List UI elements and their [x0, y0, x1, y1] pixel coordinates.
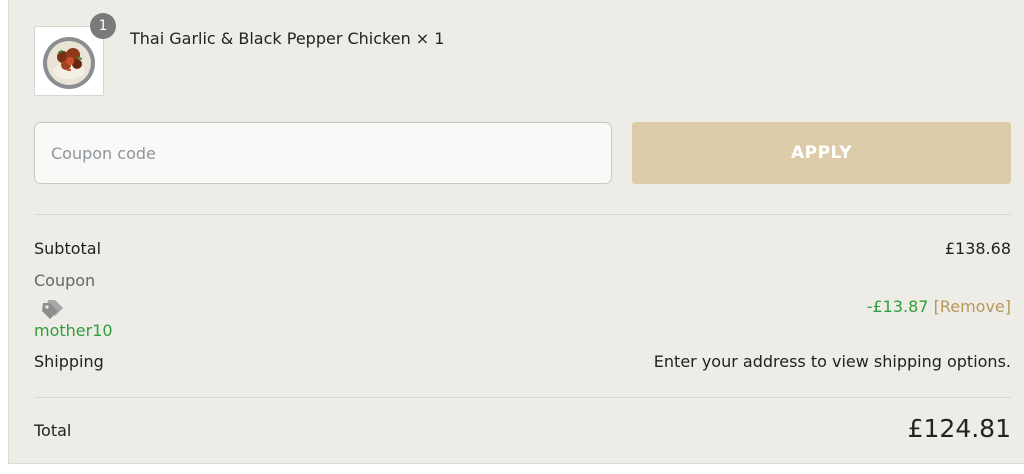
coupon-row: Coupon mother10 -£13.87 [Remove] — [34, 271, 1011, 341]
quantity-badge: 1 — [90, 13, 116, 39]
shipping-row: Shipping Enter your address to view ship… — [34, 352, 1011, 371]
shipping-label: Shipping — [34, 352, 104, 371]
remove-coupon-link[interactable]: [Remove] — [934, 297, 1011, 316]
food-bowl-image — [43, 37, 95, 89]
order-summary-panel: 1 Thai Garlic & Black Pepper Chicken × 1… — [8, 0, 1024, 464]
coupon-form: APPLY — [34, 122, 1011, 184]
coupon-discount-value: -£13.87 — [866, 297, 929, 316]
apply-coupon-button[interactable]: APPLY — [632, 122, 1011, 184]
product-name: Thai Garlic & Black Pepper Chicken × 1 — [130, 29, 445, 48]
total-row: Total £124.81 — [34, 414, 1011, 448]
divider — [34, 214, 1011, 215]
divider — [34, 397, 1011, 398]
total-value: £124.81 — [907, 414, 1011, 443]
coupon-code: mother10 — [34, 321, 113, 340]
subtotal-row: Subtotal £138.68 — [34, 239, 1011, 258]
coupon-discount-group: -£13.87 [Remove] — [867, 297, 1011, 316]
subtotal-label: Subtotal — [34, 239, 102, 258]
product-thumbnail: 1 — [34, 13, 116, 96]
subtotal-value: £138.68 — [944, 239, 1011, 258]
cart-item: 1 Thai Garlic & Black Pepper Chicken × 1 — [34, 13, 445, 96]
total-label: Total — [34, 421, 72, 440]
coupon-code-input[interactable] — [34, 122, 612, 184]
coupon-label: Coupon — [34, 271, 96, 290]
shipping-value: Enter your address to view shipping opti… — [653, 352, 1011, 371]
